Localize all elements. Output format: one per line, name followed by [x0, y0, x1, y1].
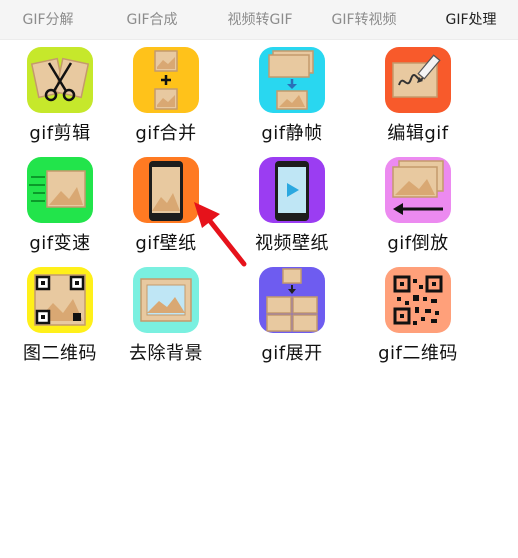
tool-gif-reverse[interactable]: gif倒放	[358, 157, 478, 267]
tool-label: gif剪辑	[29, 123, 91, 144]
gif-qr-icon	[385, 267, 451, 333]
annotation-arrow-icon	[194, 202, 247, 267]
tool-label: 去除背景	[129, 343, 203, 364]
tool-edit-gif[interactable]: 编辑gif	[358, 47, 478, 157]
tool-label: gif合并	[135, 123, 197, 144]
expand-icon	[259, 267, 325, 333]
tool-label: gif变速	[29, 233, 91, 254]
still-frame-icon	[259, 47, 325, 113]
tool-image-qrcode[interactable]: 图二维码	[0, 267, 120, 377]
tool-gif-qrcode[interactable]: gif二维码	[358, 267, 478, 377]
reverse-icon	[385, 157, 451, 223]
tool-gif-clip[interactable]: gif剪辑	[0, 47, 120, 157]
tool-label: gif展开	[261, 343, 323, 364]
scissors-icon	[27, 47, 93, 113]
remove-background-icon	[133, 267, 199, 333]
tool-label: gif静帧	[261, 123, 323, 144]
merge-icon	[133, 47, 199, 113]
tool-remove-background[interactable]: 去除背景	[106, 267, 226, 377]
tool-grid: gif剪辑 gif合并 gif静帧 编辑gif gif变速 gif壁纸 视频壁纸…	[0, 40, 518, 558]
tool-label: gif二维码	[378, 343, 458, 364]
tool-gif-still-frame[interactable]: gif静帧	[232, 47, 352, 157]
tab-video-to-gif[interactable]: 视频转GIF	[218, 0, 302, 40]
tab-bar: GIF分解 GIF合成 视频转GIF GIF转视频 GIF处理	[0, 0, 518, 43]
tool-gif-merge[interactable]: gif合并	[106, 47, 226, 157]
image-qr-icon	[27, 267, 93, 333]
tab-gif-compose[interactable]: GIF合成	[112, 0, 192, 40]
tab-gif-to-video[interactable]: GIF转视频	[322, 0, 406, 40]
tool-label: 图二维码	[23, 343, 97, 364]
tool-label: gif倒放	[387, 233, 449, 254]
tool-label: 编辑gif	[387, 123, 449, 144]
tab-gif-process[interactable]: GIF处理	[430, 0, 512, 40]
tab-gif-split[interactable]: GIF分解	[8, 0, 88, 40]
edit-pen-icon	[385, 47, 451, 113]
tool-gif-expand[interactable]: gif展开	[232, 267, 352, 377]
video-wallpaper-icon	[259, 157, 325, 223]
speed-icon	[27, 157, 93, 223]
tool-gif-speed[interactable]: gif变速	[0, 157, 120, 267]
